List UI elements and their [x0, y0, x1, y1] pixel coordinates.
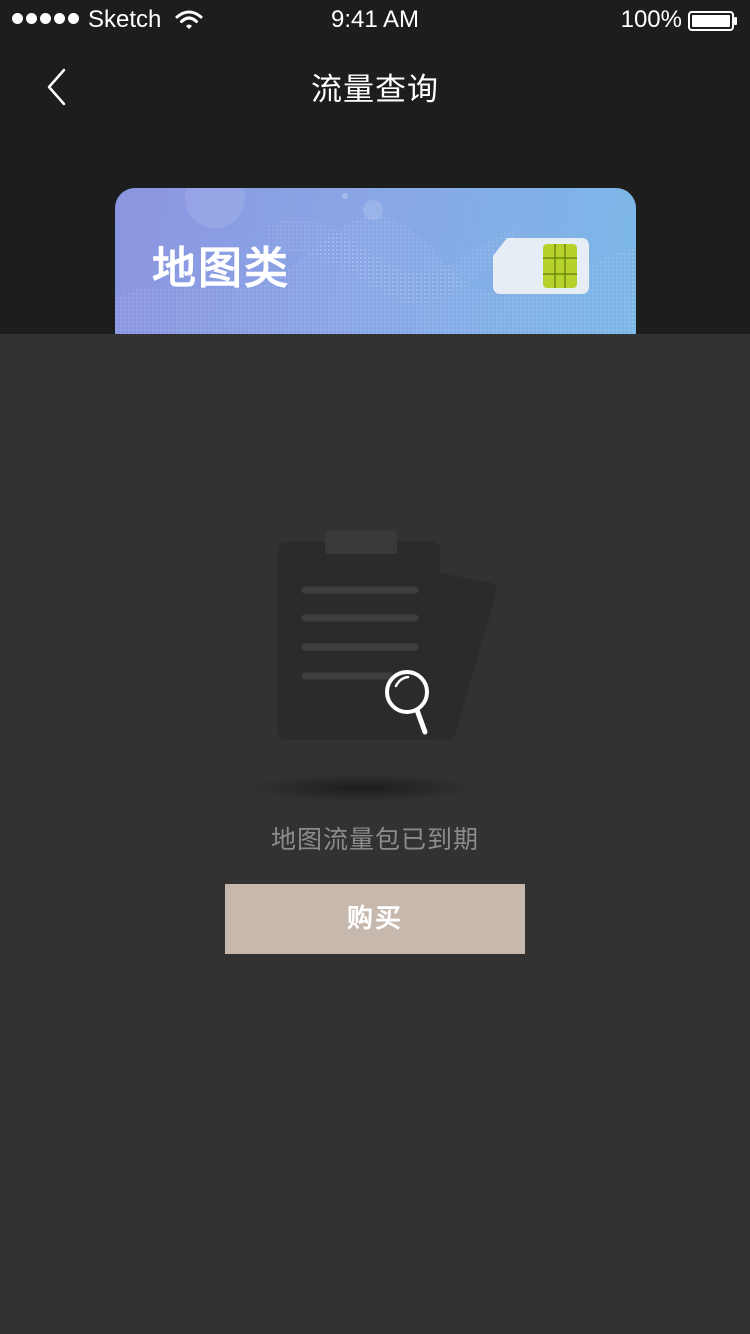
empty-state-message: 地图流量包已到期	[270, 825, 479, 854]
page-title: 流量查询	[311, 72, 439, 108]
battery-icon	[688, 11, 737, 31]
clipboard-search-icon	[250, 530, 497, 802]
sim-card-icon	[493, 238, 589, 294]
status-bar: Sketch 9:41 AM 100%	[0, 0, 750, 40]
battery-percentage: 100%	[620, 6, 682, 33]
traffic-card: 地图类	[115, 188, 636, 334]
screen: Sketch 9:41 AM 100% 流量查询 地图类 地图流量包已到期 购买	[0, 0, 750, 1334]
navigation-bar: 流量查询	[0, 40, 750, 130]
card-title: 地图类	[152, 243, 290, 294]
buy-button[interactable]: 购买	[225, 884, 525, 954]
